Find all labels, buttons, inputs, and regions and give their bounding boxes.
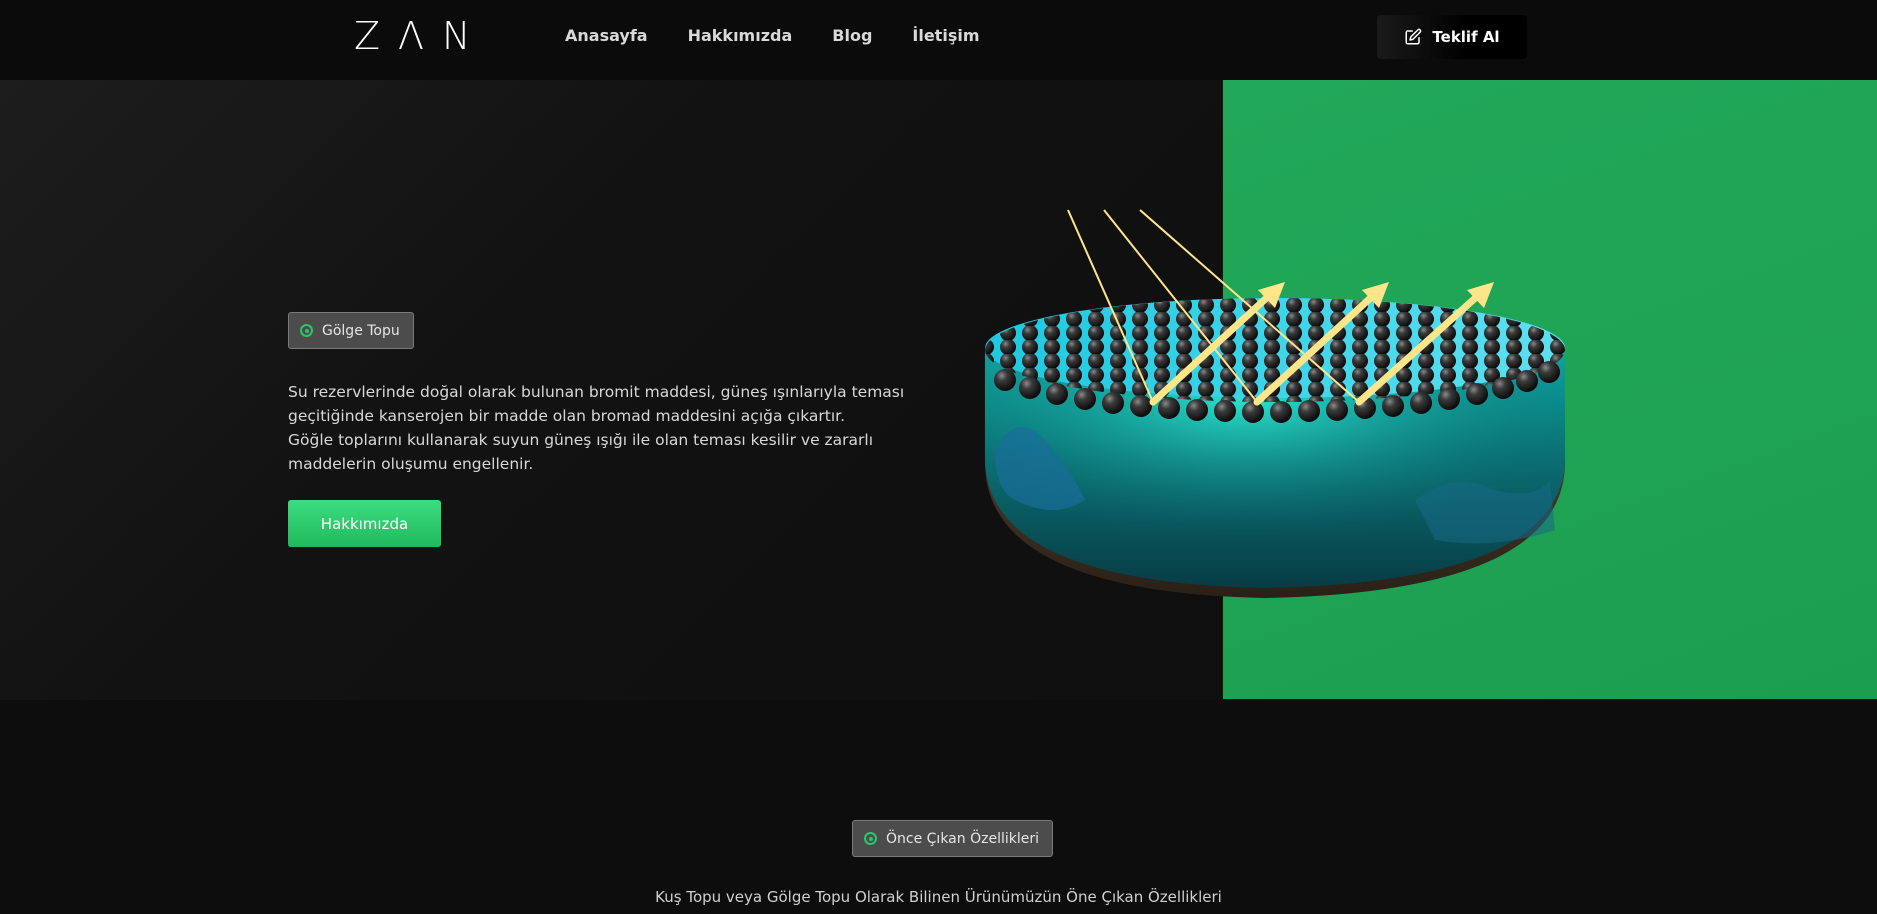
logo-letter-z: Z xyxy=(354,14,395,58)
features-subtitle: Kuş Topu veya Gölge Topu Olarak Bilinen … xyxy=(655,888,1222,906)
features-tag: Önce Çıkan Özellikleri xyxy=(852,820,1053,857)
main-nav: Anasayfa Hakkımızda Blog İletişim xyxy=(565,26,980,46)
target-dot-icon xyxy=(300,324,313,337)
features-tag-label: Önce Çıkan Özellikleri xyxy=(886,830,1039,847)
hero-tag: Gölge Topu xyxy=(288,312,414,349)
zan-logo[interactable]: Z Λ N xyxy=(354,14,485,58)
nav-about[interactable]: Hakkımızda xyxy=(688,26,793,46)
nav-home[interactable]: Anasayfa xyxy=(565,26,648,46)
get-quote-button[interactable]: Teklif Al xyxy=(1377,15,1527,59)
edit-icon xyxy=(1405,28,1422,45)
hero-tag-label: Gölge Topu xyxy=(322,322,400,339)
get-quote-label: Teklif Al xyxy=(1432,28,1500,46)
target-dot-icon xyxy=(864,832,877,845)
logo-letter-n: N xyxy=(442,14,485,58)
hero-paragraph-2: Göğle toplarını kullanarak suyun güneş ı… xyxy=(288,431,874,473)
shade-ball-reservoir-illustration xyxy=(985,209,1565,598)
hero-paragraph-1: Su rezervlerinde doğal olarak bulunan br… xyxy=(288,383,905,425)
nav-blog[interactable]: Blog xyxy=(832,26,872,46)
nav-contact[interactable]: İletişim xyxy=(912,26,979,46)
hero-description: Su rezervlerinde doğal olarak bulunan br… xyxy=(288,380,948,476)
site-header: Z Λ N Anasayfa Hakkımızda Blog İletişim … xyxy=(0,0,1877,80)
about-button[interactable]: Hakkımızda xyxy=(288,500,441,547)
logo-letter-a: Λ xyxy=(398,14,439,58)
